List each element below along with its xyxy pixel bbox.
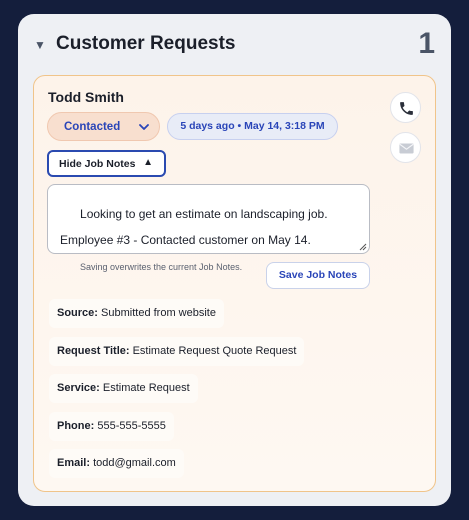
- field-email: Email: todd@gmail.com: [49, 449, 184, 478]
- status-value: Contacted: [64, 121, 121, 133]
- field-source: Source: Submitted from website: [49, 299, 224, 328]
- save-hint: Saving overwrites the current Job Notes.: [80, 262, 243, 272]
- field-request-title: Request Title: Estimate Request Quote Re…: [49, 337, 305, 366]
- request-count: 1: [418, 27, 435, 60]
- field-phone: Phone: 555-555-5555: [49, 412, 174, 441]
- field-label: Phone:: [57, 420, 95, 432]
- hide-job-notes-label: Hide Job Notes: [59, 158, 136, 170]
- field-value: Submitted from website: [101, 307, 216, 319]
- job-notes-text: Looking to get an estimate on landscapin…: [60, 207, 328, 247]
- save-job-notes-button[interactable]: Save Job Notes: [266, 262, 370, 289]
- panel-header: ▼ Customer Requests 1: [18, 14, 451, 76]
- envelope-icon: [399, 143, 414, 154]
- field-value: Estimate Request Quote Request: [132, 345, 297, 357]
- field-label: Source:: [57, 307, 98, 319]
- panel-title: Customer Requests: [56, 33, 236, 54]
- triangle-up-icon: ▲: [143, 157, 153, 168]
- customer-requests-panel: ▼ Customer Requests 1 Todd Smith Contact…: [18, 14, 451, 506]
- field-label: Request Title:: [57, 345, 130, 357]
- email-button[interactable]: [390, 132, 421, 163]
- hide-job-notes-button[interactable]: Hide Job Notes ▲: [47, 150, 166, 177]
- triangle-down-icon[interactable]: ▼: [34, 38, 46, 52]
- field-value: Estimate Request: [102, 382, 190, 394]
- request-card: Todd Smith Contacted 5 days ago • May 14…: [33, 75, 436, 492]
- resize-handle-icon[interactable]: [359, 243, 367, 251]
- field-service: Service: Estimate Request: [49, 374, 198, 403]
- chevron-down-icon: [139, 124, 149, 130]
- field-value: todd@gmail.com: [93, 457, 176, 469]
- job-notes-textarea[interactable]: Looking to get an estimate on landscapin…: [47, 184, 370, 254]
- field-label: Email:: [57, 457, 91, 469]
- field-value: 555-555-5555: [97, 420, 166, 432]
- status-select[interactable]: Contacted: [47, 112, 160, 141]
- call-button[interactable]: [390, 92, 421, 123]
- phone-icon: [400, 102, 413, 115]
- field-label: Service:: [57, 382, 100, 394]
- customer-name: Todd Smith: [48, 89, 124, 105]
- timestamp-badge: 5 days ago • May 14, 3:18 PM: [167, 113, 338, 140]
